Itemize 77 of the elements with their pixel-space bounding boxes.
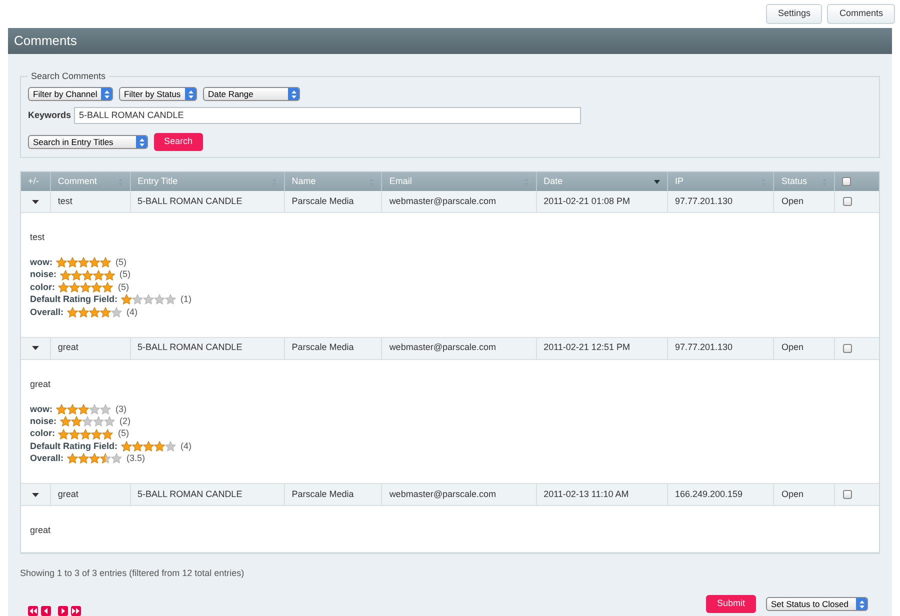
comment-text: great [30,524,52,537]
table-cell: webmaster@parscale.com [382,191,537,212]
rating-label: wow: [30,256,52,270]
table-cell: 2011-02-21 12:51 PM [536,338,668,359]
rating-label: color: [30,427,56,440]
dropdown[interactable]: Set Status to Closed [766,597,868,611]
dropdown[interactable]: Date Range [203,87,300,102]
row-checkbox[interactable] [843,344,852,353]
expand-toggle[interactable] [32,200,39,204]
table-cell: 5-BALL ROMAN CANDLE [130,191,285,212]
rating-value: (4) [180,440,192,453]
table-cell: 166.249.200.159 [668,484,774,505]
keywords-field[interactable]: 5-BALL ROMAN CANDLE [74,107,582,124]
table-cell: Open [774,338,836,359]
table-cell: webmaster@parscale.com [382,484,537,505]
rating-value: (3.5) [126,452,146,466]
last-page-button[interactable] [71,606,81,616]
table-cell: 5-BALL ROMAN CANDLE [130,338,285,359]
rating-label: Default Rating Field: [30,293,118,306]
table-cell: Open [774,191,836,212]
table-cell: Parscale Media [284,191,382,212]
table-cell: Parscale Media [284,484,382,505]
dropdown[interactable]: Filter by Channel [28,87,113,102]
rating-value: (4) [126,306,138,319]
sort-descending-icon [654,180,660,184]
dropdown-arrows-icon [101,88,112,100]
rating-value: (5) [118,427,130,440]
row-checkbox[interactable] [842,177,852,186]
top-nav-button[interactable]: Settings [766,4,822,24]
dropdown-arrows-icon [856,598,867,610]
comment-text: great [30,378,52,391]
rating-label: noise: [30,268,57,282]
rating-value: (5) [116,256,126,270]
table-cell: 97.77.201.130 [668,191,774,212]
search-legend: Search Comments [28,70,109,84]
table-cell: great [50,338,130,359]
rating-value: (5) [118,280,130,294]
rating-label: Overall: [30,452,64,466]
search-button[interactable]: Search [154,133,203,152]
rating-label: noise: [30,414,57,428]
first-arrow-icon [28,606,38,616]
prev-page-button[interactable] [41,606,51,616]
table-cell: 97.77.201.130 [668,338,774,359]
rating-value: (1) [180,293,192,306]
table-cell: 2011-02-13 11:10 AM [536,484,668,505]
expand-toggle[interactable] [32,492,39,496]
dropdown-arrows-icon [185,88,196,100]
rating-label: Overall: [30,306,64,319]
expand-toggle[interactable] [32,346,39,350]
table-cell: test [50,191,130,212]
dropdown[interactable]: Search in Entry Titles [28,135,148,150]
rating-value: (3) [116,402,126,416]
dropdown-arrows-icon [136,136,147,148]
dropdown[interactable]: Filter by Status [119,87,197,102]
entries-info: Showing 1 to 3 of 3 entries (filtered from 12 total entries) [20,566,246,580]
comment-text: test [30,231,46,244]
row-checkbox[interactable] [843,197,852,206]
first-page-button[interactable] [28,606,38,616]
top-nav-button[interactable]: Comments [827,4,895,24]
dropdown-arrows-icon [288,88,299,100]
rating-label: color: [30,280,56,294]
rating-value: (5) [120,268,131,282]
table-cell: 5-BALL ROMAN CANDLE [130,484,285,505]
table-cell: webmaster@parscale.com [382,338,537,359]
keywords-label: Keywords [28,108,72,122]
rating-label: Default Rating Field: [30,440,118,453]
rating-label: wow: [30,402,52,416]
table-cell: Open [774,484,836,505]
table-cell: great [50,484,130,505]
page-title: Comments [14,32,77,50]
rating-value: (2) [120,414,131,428]
next-page-button[interactable] [58,606,68,616]
submit-button[interactable]: Submit [706,595,756,613]
table-cell: Parscale Media [284,338,382,359]
last-arrow-icon [71,606,81,616]
table-cell: 2011-02-21 01:08 PM [536,191,668,212]
row-checkbox[interactable] [843,490,852,499]
